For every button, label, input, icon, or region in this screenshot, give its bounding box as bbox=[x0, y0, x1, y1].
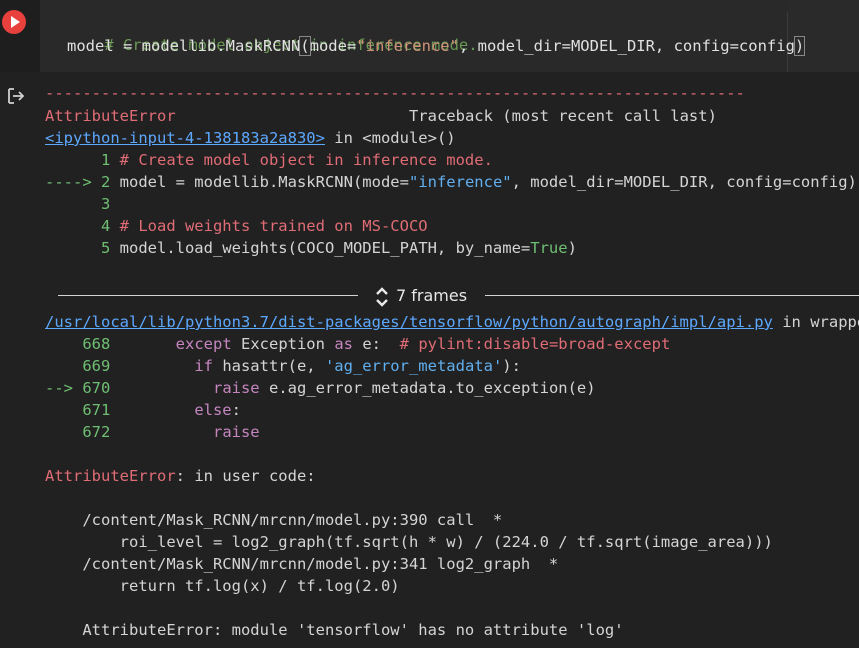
code-text: model = modellib.MaskRCNN bbox=[67, 37, 301, 55]
code-paren-open: ( bbox=[299, 36, 311, 56]
code-comment: # pylint:disable=broad-except bbox=[399, 335, 671, 353]
code-text: e: bbox=[352, 335, 400, 353]
divider bbox=[485, 295, 859, 296]
line-number: 671 bbox=[45, 401, 120, 419]
run-cell-button[interactable] bbox=[2, 10, 26, 34]
source-line-1: 1 # Create model object in inference mod… bbox=[45, 149, 493, 171]
error-name: AttributeError bbox=[45, 107, 176, 125]
error-message: : in user code: bbox=[175, 467, 316, 485]
code-text: model = modellib.MaskRCNN(mode= bbox=[119, 173, 409, 191]
code-keyword: True bbox=[530, 239, 568, 257]
user-code-error: AttributeError: in user code: bbox=[45, 465, 316, 487]
frame-line-670: --> 670 raise e.ag_error_metadata.to_exc… bbox=[45, 377, 596, 399]
code-text: mode= bbox=[309, 37, 357, 55]
code-text: ) bbox=[567, 239, 577, 257]
code-string: "inference" bbox=[408, 173, 512, 191]
code-keyword: raise bbox=[212, 423, 260, 441]
code-cell[interactable]: # Create model object in inference mode.… bbox=[0, 0, 859, 72]
collapsed-frames-row: 7 frames bbox=[58, 284, 859, 308]
line-number: 3 bbox=[45, 195, 111, 213]
in-module-text: in <module>() bbox=[324, 129, 456, 147]
line-number: --> 670 bbox=[45, 379, 120, 397]
trace-line-3: /content/Mask_RCNN/mrcnn/model.py:341 lo… bbox=[45, 555, 559, 573]
line-number: 5 bbox=[45, 239, 120, 257]
divider bbox=[58, 295, 358, 296]
code-keyword: raise bbox=[212, 379, 260, 397]
ipython-input-link[interactable]: <ipython-input-4-138183a2a830> bbox=[45, 129, 325, 147]
source-line-4: 4 # Load weights trained on MS-COCO bbox=[45, 215, 428, 237]
input-location: <ipython-input-4-138183a2a830> in <modul… bbox=[45, 127, 456, 149]
line-number: 672 bbox=[45, 423, 120, 441]
code-keyword: if bbox=[194, 357, 213, 375]
final-error-message: AttributeError: module 'tensorflow' has … bbox=[45, 621, 624, 639]
error-name: AttributeError bbox=[45, 467, 176, 485]
frame-line-668: 668 except Exception as e: # pylint:disa… bbox=[45, 333, 670, 355]
line-number: 1 bbox=[45, 151, 120, 169]
line-number: 668 bbox=[45, 335, 120, 353]
text-cursor bbox=[804, 37, 806, 56]
play-icon bbox=[11, 16, 20, 28]
code-keyword: except bbox=[175, 335, 232, 353]
code-text: hasattr(e, bbox=[212, 357, 325, 375]
code-keyword: else bbox=[194, 401, 232, 419]
code-keyword: as bbox=[334, 335, 353, 353]
traceback-label: Traceback (most recent call last) bbox=[408, 107, 717, 125]
line-number: 4 bbox=[45, 217, 120, 235]
code-text: model.load_weights(COCO_MODEL_PATH, by_n… bbox=[119, 239, 531, 257]
source-line-3: 3 bbox=[45, 193, 110, 215]
trace-line-4: return tf.log(x) / tf.log(2.0) bbox=[45, 577, 400, 595]
output-redirect-icon[interactable] bbox=[6, 86, 26, 106]
frame-line-672: 672 raise bbox=[45, 421, 260, 443]
code-text: , model_dir=MODEL_DIR, config=config) bbox=[511, 173, 857, 191]
cell-gutter bbox=[0, 0, 40, 72]
code-string: 'ag_error_metadata' bbox=[324, 357, 503, 375]
line-number: ----> 2 bbox=[45, 173, 120, 191]
code-text: Exception bbox=[231, 335, 335, 353]
code-comment: # Create model object in inference mode. bbox=[119, 151, 493, 169]
code-text: ): bbox=[502, 357, 521, 375]
frames-label: 7 frames bbox=[396, 286, 468, 305]
source-line-2: ----> 2 model = modellib.MaskRCNN(mode="… bbox=[45, 171, 857, 193]
code-line-2[interactable]: model = modellib.MaskRCNN(mode="inferenc… bbox=[67, 35, 806, 57]
code-text: , model_dir=MODEL_DIR, config=config bbox=[458, 37, 795, 55]
source-line-5: 5 model.load_weights(COCO_MODEL_PATH, by… bbox=[45, 237, 577, 259]
expand-frames-button[interactable]: 7 frames bbox=[374, 284, 467, 308]
api-file-link[interactable]: /usr/local/lib/python3.7/dist-packages/t… bbox=[45, 313, 773, 331]
code-text: : bbox=[231, 401, 241, 419]
frame-line-671: 671 else: bbox=[45, 399, 241, 421]
line-number: 669 bbox=[45, 357, 120, 375]
frame-line-669: 669 if hasattr(e, 'ag_error_metadata'): bbox=[45, 355, 521, 377]
code-comment: # Load weights trained on MS-COCO bbox=[119, 217, 428, 235]
trace-line-1: /content/Mask_RCNN/mrcnn/model.py:390 ca… bbox=[45, 511, 503, 529]
frame-location: /usr/local/lib/python3.7/dist-packages/t… bbox=[45, 311, 859, 333]
code-text: e.ag_error_metadata.to_exception(e) bbox=[259, 379, 596, 397]
unfold-icon bbox=[376, 286, 388, 307]
code-line-1[interactable]: # Create model object in inference mode. bbox=[67, 12, 477, 54]
code-paren-close: ) bbox=[793, 36, 806, 56]
trace-line-2: roi_level = log2_graph(tf.sqrt(h * w) / … bbox=[45, 533, 773, 551]
traceback-separator: ----------------------------------------… bbox=[45, 84, 745, 102]
in-wrapper-text: in wrapper(* bbox=[782, 313, 859, 331]
traceback-header: AttributeError Traceback (most recent ca… bbox=[45, 105, 717, 127]
code-string: "inference" bbox=[356, 37, 459, 55]
